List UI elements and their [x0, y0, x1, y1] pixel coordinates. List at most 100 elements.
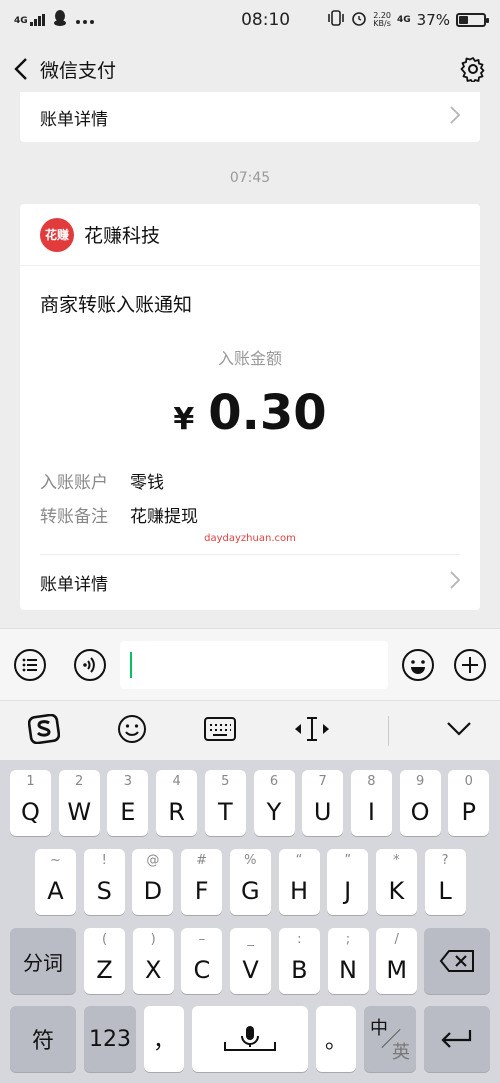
back-icon[interactable]	[14, 57, 28, 81]
detail-key: 入账账户	[40, 472, 108, 493]
key-z[interactable]: (Z	[84, 928, 125, 994]
signal-icon	[29, 14, 45, 26]
toolbar-divider	[387, 715, 389, 746]
comma-key[interactable]: ，	[144, 1006, 184, 1072]
merchant-header[interactable]: 花赚 花赚科技	[20, 204, 480, 266]
key-o[interactable]: 9O	[399, 770, 441, 836]
key-letter: O	[410, 798, 430, 826]
space-key[interactable]	[192, 1006, 308, 1072]
symbol-key[interactable]: 符	[10, 1006, 76, 1072]
key-n[interactable]: ; N	[327, 928, 369, 994]
key-letter: X	[144, 956, 162, 984]
detail-key: 转账备注	[40, 506, 108, 527]
key-c[interactable]: – C	[181, 928, 223, 994]
key-t[interactable]: 5T	[204, 770, 246, 836]
key-letter: G	[240, 877, 260, 905]
key-k[interactable]: * K	[375, 849, 417, 915]
key-letter: U	[313, 798, 332, 826]
menu-list-icon[interactable]	[12, 647, 48, 683]
lang-top-label: 中	[370, 1018, 388, 1039]
key-i[interactable]: 8I	[350, 770, 392, 836]
key-hint: 8	[367, 774, 376, 789]
key-letter: V	[242, 956, 259, 984]
keyboard-emoji-icon[interactable]	[117, 714, 147, 748]
message-input[interactable]	[119, 640, 389, 689]
key-hint: %	[244, 853, 257, 868]
key-letter: N	[339, 956, 357, 984]
key-v[interactable]: _ V	[230, 928, 272, 994]
key-x[interactable]: ) X	[132, 928, 174, 994]
key-letter: A	[47, 877, 64, 905]
key-u[interactable]: 7U	[302, 770, 344, 836]
key-q[interactable]: 1Q	[10, 770, 51, 836]
fenci-key[interactable]: 分词	[10, 928, 76, 994]
symbol-label: 符	[31, 1029, 54, 1054]
key-letter: I	[367, 798, 375, 826]
key-r[interactable]: 4R	[156, 770, 198, 836]
status-bar: 4G 08:10 2.20 KB/s 4G 37%	[0, 0, 500, 40]
qq-icon	[53, 10, 67, 30]
key-hint: ;	[345, 932, 351, 947]
detail-row-remark: 转账备注 花赚提现	[20, 497, 480, 531]
network-indicator: 4G	[14, 14, 45, 26]
key-d[interactable]: @ D	[132, 849, 174, 915]
prev-bill-detail-label: 账单详情	[40, 109, 108, 130]
transfer-notice-card[interactable]: 花赚 花赚科技 商家转账入账通知 入账金额 ¥ 0.30 入账账户 零钱 转账备…	[20, 204, 480, 610]
keyboard: 1Q2W3E4R5T6Y7U8I9O0P ~ A! S @ D # F% G “H” J * K? L …	[0, 760, 500, 1083]
bill-detail-link[interactable]: 账单详情	[20, 555, 480, 609]
alarm-icon	[351, 10, 367, 30]
key-letter: L	[438, 877, 452, 905]
key-p[interactable]: 0P	[448, 770, 490, 836]
period-key[interactable]: 。	[316, 1006, 356, 1072]
keyboard-switch-icon[interactable]	[204, 716, 237, 745]
network-speed: 2.20 KB/s	[373, 12, 391, 28]
key-w[interactable]: 2W	[58, 770, 100, 836]
key-f[interactable]: # F	[181, 849, 223, 915]
enter-icon	[424, 1006, 490, 1072]
backspace-key[interactable]	[424, 928, 490, 994]
cursor-move-icon[interactable]	[293, 716, 331, 746]
key-m[interactable]: / M	[376, 928, 418, 994]
key-j[interactable]: ” J	[327, 849, 369, 915]
key-hint: 0	[464, 774, 473, 789]
key-a[interactable]: ~ A	[35, 849, 76, 915]
key-hint: “	[295, 853, 303, 868]
settings-gear-icon[interactable]	[460, 56, 486, 82]
key-hint: 7	[318, 774, 327, 789]
enter-key[interactable]	[424, 1006, 490, 1072]
detail-value: 零钱	[130, 472, 164, 493]
add-plus-icon[interactable]	[452, 647, 488, 683]
watermark-text: daydayzhuan.com	[204, 533, 296, 544]
chevron-right-icon	[450, 570, 461, 594]
more-dots-icon	[75, 11, 95, 29]
key-hint: –	[198, 932, 206, 947]
key-b[interactable]: :B	[278, 928, 320, 994]
comma-label: ，	[152, 1029, 175, 1054]
key-letter: E	[120, 798, 136, 826]
key-letter: Y	[266, 798, 282, 826]
key-l[interactable]: ? L	[424, 849, 466, 915]
language-switch-key[interactable]: 中 英	[364, 1006, 416, 1072]
key-hint: 1	[26, 774, 35, 789]
text-cursor	[129, 651, 132, 678]
key-letter: T	[217, 798, 233, 826]
key-letter: K	[388, 877, 405, 905]
key-g[interactable]: % G	[229, 849, 271, 915]
emoji-icon[interactable]	[400, 647, 436, 683]
prev-bill-detail-link[interactable]: 账单详情	[20, 92, 480, 142]
key-s[interactable]: ! S	[83, 849, 125, 915]
key-h[interactable]: “H	[278, 849, 320, 915]
voice-input-icon[interactable]	[72, 647, 108, 683]
key-e[interactable]: 3E	[107, 770, 149, 836]
key-letter: Z	[96, 956, 113, 984]
number-key[interactable]: 123	[84, 1006, 136, 1072]
collapse-keyboard-icon[interactable]	[446, 721, 472, 741]
amount-display: ¥ 0.30	[20, 385, 480, 441]
key-letter: R	[168, 798, 185, 826]
key-y[interactable]: 6Y	[253, 770, 295, 836]
key-hint: ~	[50, 853, 61, 868]
sogou-logo-icon[interactable]	[28, 713, 61, 748]
fenci-label: 分词	[23, 950, 63, 975]
battery-percent: 37%	[416, 11, 450, 29]
network-label: 4G	[14, 16, 28, 26]
